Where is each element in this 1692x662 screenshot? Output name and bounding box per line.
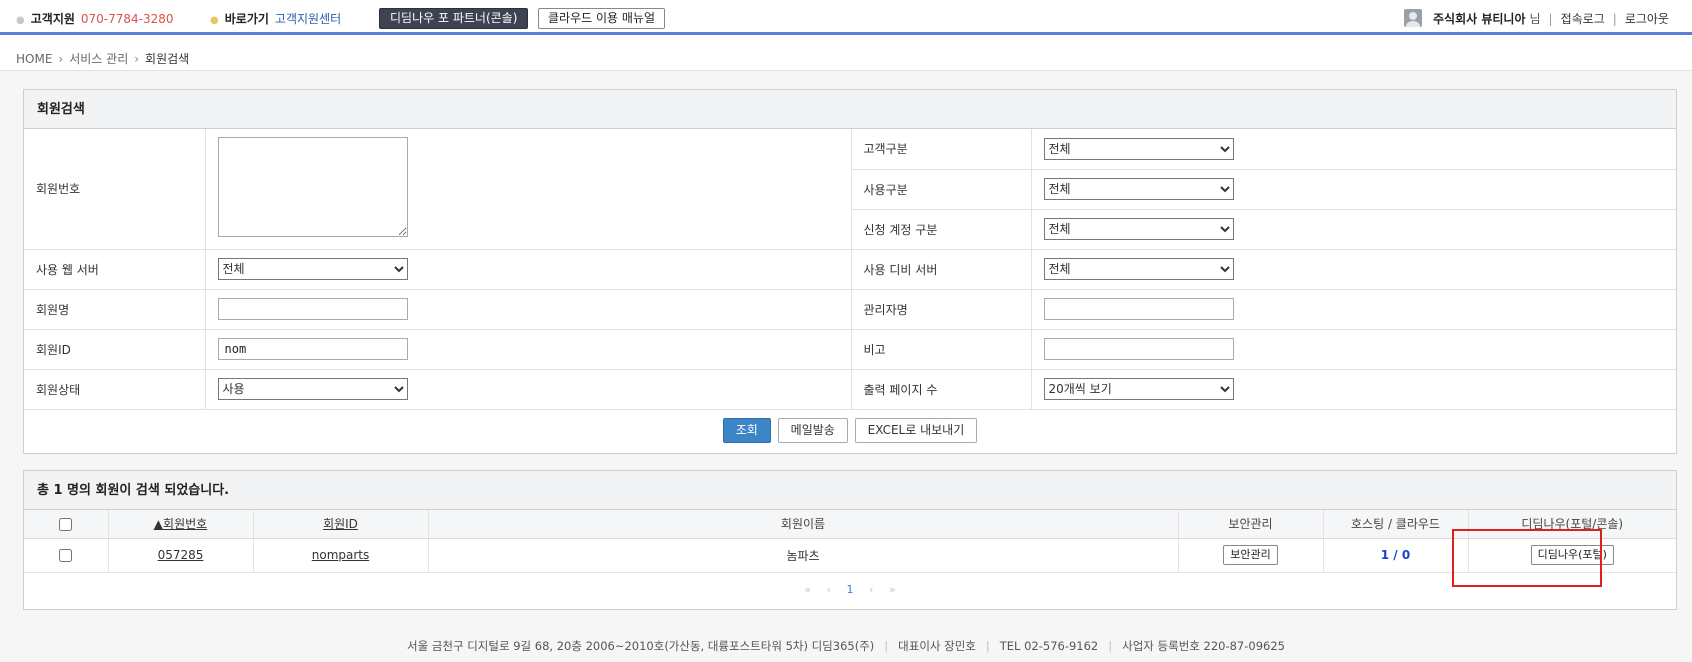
account-type-select[interactable]: 전체: [1043, 218, 1234, 240]
breadcrumb-home[interactable]: HOME: [16, 52, 52, 66]
user-area: 주식회사 뷰티니아 님 | 접속로그 | 로그아웃: [1433, 12, 1669, 26]
breadcrumb: HOME › 서비스 관리 › 회원검색: [16, 50, 189, 67]
search-button-row: 조회 메일발송 EXCEL로 내보내기: [24, 410, 1676, 453]
footer-tel: TEL 02-576-9162: [999, 639, 1099, 653]
member-name-input[interactable]: [217, 298, 408, 320]
send-mail-button[interactable]: 메일발송: [777, 417, 848, 443]
member-no-cell: [205, 129, 852, 250]
search-form: 회원번호 고객구분 전체 사용구분 전체 신청 계정 구분 전체 사용 웹 서버…: [24, 129, 1676, 410]
first-page-icon[interactable]: «: [804, 583, 811, 596]
member-no-link[interactable]: 057285: [158, 548, 204, 562]
col-security: 보안관리: [1178, 510, 1324, 539]
results-summary: 총 1 명의 회원이 검색 되었습니다.: [24, 471, 1676, 510]
cloud-manual-button[interactable]: 클라우드 이용 매뉴얼: [538, 8, 665, 29]
shortcut: ● 바로가기 고객지원센터: [210, 10, 341, 27]
results-header-row: ▲회원번호 회원ID 회원이름 보안관리 호스팅 / 클라우드 디딤나우(포털/…: [24, 510, 1676, 539]
note-input[interactable]: [1043, 338, 1234, 360]
usage-type-label: 사용구분: [851, 169, 1032, 210]
bullet-icon: ●: [210, 15, 219, 26]
hosting-count: 1 / 0: [1380, 548, 1411, 562]
chevron-right-icon: ›: [134, 52, 140, 66]
partner-console-button[interactable]: 디딤나우 포 파트너(콘솔): [379, 8, 529, 29]
member-status-select[interactable]: 사용: [217, 378, 408, 400]
db-server-label: 사용 디비 서버: [851, 249, 1032, 290]
admin-name-label: 관리자명: [851, 289, 1032, 330]
breadcrumb-current: 회원검색: [145, 52, 190, 66]
export-excel-button[interactable]: EXCEL로 내보내기: [854, 417, 978, 443]
member-id-link[interactable]: nomparts: [312, 548, 370, 562]
customer-type-label: 고객구분: [851, 129, 1032, 170]
web-server-label: 사용 웹 서버: [24, 249, 206, 290]
col-member-no[interactable]: ▲회원번호: [108, 510, 254, 539]
honorific: 님: [1529, 12, 1541, 26]
col-member-id[interactable]: 회원ID: [253, 510, 429, 539]
account-type-label: 신청 계정 구분: [851, 209, 1032, 250]
page-number[interactable]: 1: [847, 583, 854, 596]
breadcrumb-service[interactable]: 서비스 관리: [69, 52, 128, 66]
usage-type-select[interactable]: 전체: [1043, 178, 1234, 200]
member-name-cell: 놈파츠: [428, 538, 1179, 573]
top-bar: ● 고객지원 070-7784-3280 ● 바로가기 고객지원센터 디딤나우 포 파트…: [0, 0, 1692, 35]
col-hosting: 호스팅 / 클라우드: [1323, 510, 1469, 539]
support-phone: 070-7784-3280: [80, 12, 174, 26]
member-no-label: 회원번호: [24, 129, 206, 250]
customer-type-select[interactable]: 전체: [1043, 137, 1234, 160]
highlight-box: [1452, 529, 1602, 587]
logout-link[interactable]: 로그아웃: [1625, 12, 1669, 26]
bullet-icon: ●: [16, 15, 25, 26]
results-panel: 총 1 명의 회원이 검색 되었습니다. ▲회원번호 회원ID 회원이름 보안관…: [23, 470, 1677, 610]
member-no-textarea[interactable]: [217, 137, 408, 238]
select-all-header: [24, 510, 109, 539]
web-server-select[interactable]: 전체: [217, 258, 408, 280]
shortcut-label: 바로가기: [224, 12, 269, 26]
user-icon: [1404, 9, 1422, 27]
pagination: « ‹ 1 › »: [24, 573, 1676, 609]
db-server-select[interactable]: 전체: [1043, 258, 1234, 280]
access-log-link[interactable]: 접속로그: [1561, 12, 1605, 26]
member-status-label: 회원상태: [24, 369, 206, 410]
footer-ceo: 대표이사 장민호: [898, 639, 976, 653]
footer-biz-no: 사업자 등록번호 220-87-09625: [1122, 639, 1285, 653]
next-page-icon[interactable]: ›: [869, 583, 873, 596]
footer-address: 서울 금천구 디지털로 9길 68, 20층 2006~2010호(가산동, 대…: [407, 639, 875, 653]
search-panel-title: 회원검색: [24, 90, 1676, 129]
prev-page-icon[interactable]: ‹: [827, 583, 831, 596]
page-size-label: 출력 페이지 수: [851, 369, 1032, 410]
page-size-select[interactable]: 20개씩 보기: [1043, 378, 1234, 400]
search-panel: 회원검색 회원번호 고객구분 전체 사용구분 전체 신청 계정 구분 전체 사용…: [23, 89, 1677, 454]
member-id-label: 회원ID: [24, 329, 206, 370]
last-page-icon[interactable]: »: [889, 583, 896, 596]
table-row: 057285 nomparts 놈파츠 보안관리 1 / 0 디딤나우(포털): [24, 538, 1676, 573]
support-center-link[interactable]: 고객지원센터: [275, 12, 341, 26]
security-manage-button[interactable]: 보안관리: [1223, 545, 1278, 565]
company-name: 주식회사 뷰티니아: [1433, 12, 1526, 26]
chevron-right-icon: ›: [58, 52, 64, 66]
col-member-name: 회원이름: [428, 510, 1179, 539]
search-button[interactable]: 조회: [722, 417, 771, 443]
results-table: ▲회원번호 회원ID 회원이름 보안관리 호스팅 / 클라우드 디딤나우(포털/…: [24, 510, 1676, 573]
support-info: ● 고객지원 070-7784-3280: [16, 10, 174, 27]
admin-name-input[interactable]: [1043, 298, 1234, 320]
select-all-checkbox[interactable]: [59, 517, 73, 531]
member-name-label: 회원명: [24, 289, 206, 330]
support-label: 고객지원: [30, 12, 75, 26]
footer: 서울 금천구 디지털로 9길 68, 20층 2006~2010호(가산동, 대…: [407, 639, 1285, 653]
row-checkbox[interactable]: [59, 549, 73, 562]
member-id-input[interactable]: [217, 338, 408, 360]
note-label: 비고: [851, 329, 1032, 370]
